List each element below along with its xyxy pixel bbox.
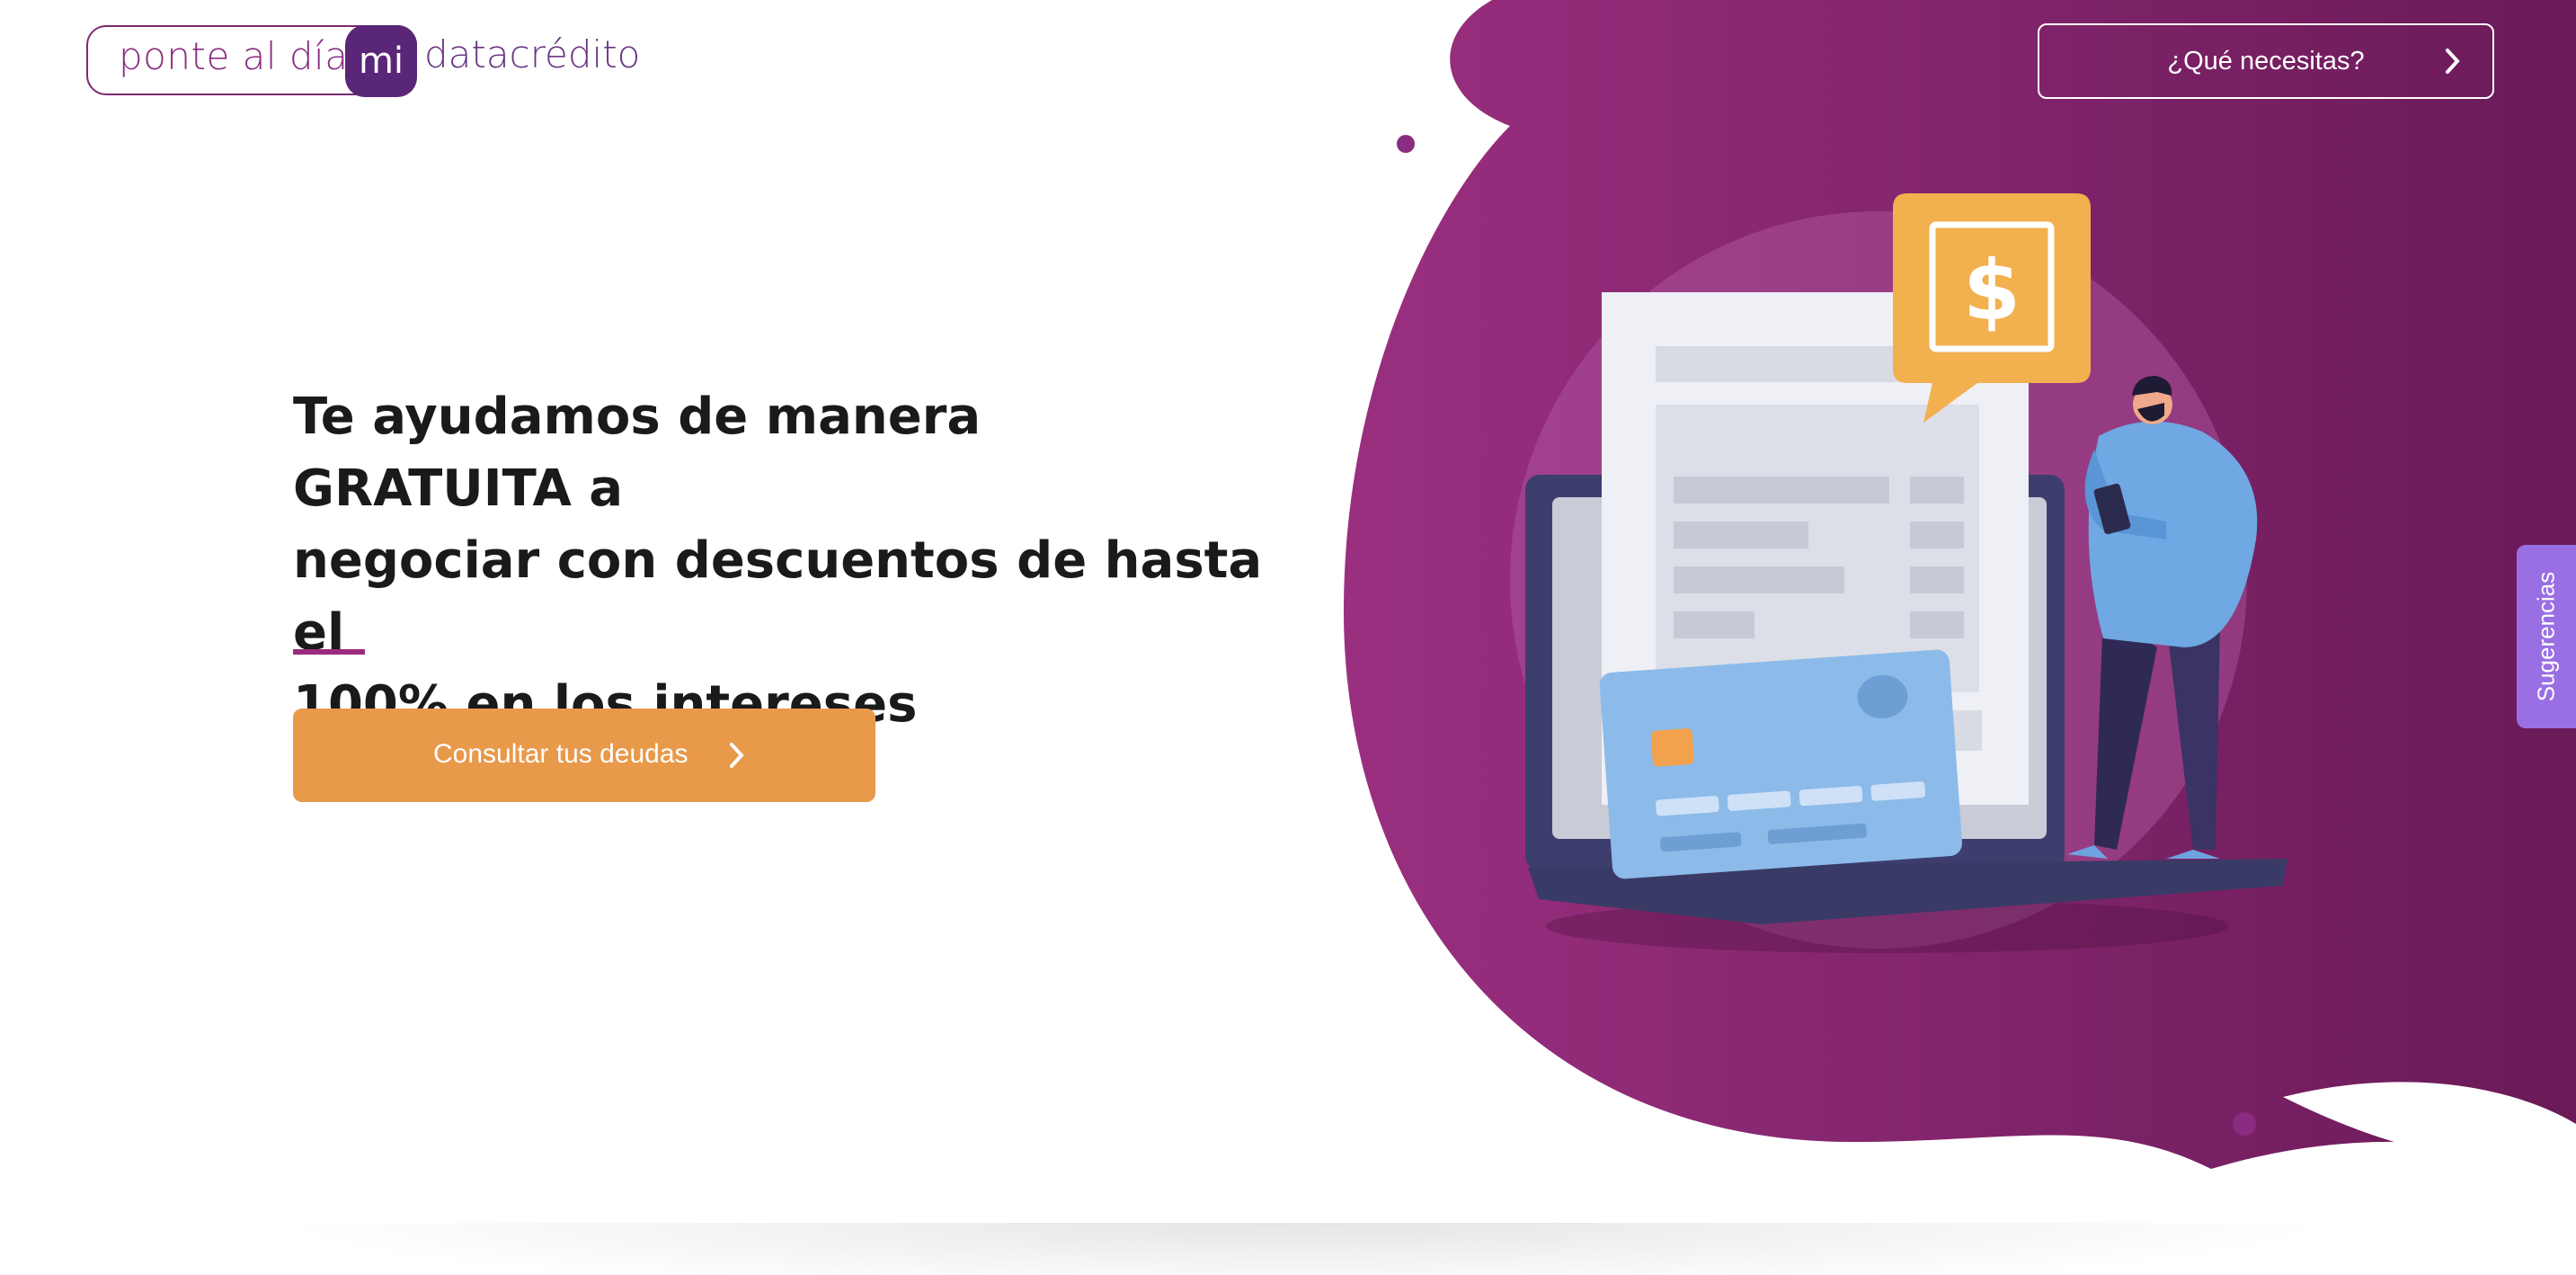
- logo-brand-name: datacrédito: [424, 32, 641, 76]
- credit-card-icon: [1599, 649, 1962, 879]
- check-debts-button[interactable]: Consultar tus deudas: [293, 709, 875, 802]
- what-do-you-need-button[interactable]: ¿Qué necesitas?: [2038, 23, 2494, 99]
- svg-text:$: $: [1963, 243, 2021, 339]
- what-do-you-need-label: ¿Qué necesitas?: [2167, 47, 2365, 76]
- chevron-right-icon: [2446, 49, 2460, 74]
- chevron-right-icon: [730, 743, 744, 768]
- logo-tagline: ponte al día: [119, 34, 349, 78]
- section-shadow: [270, 1223, 2337, 1275]
- person-illustration: [2067, 376, 2258, 859]
- suggestions-label: Sugerencias: [2532, 571, 2560, 702]
- logo-mi-badge: mi: [345, 25, 417, 97]
- headline-divider: [293, 649, 365, 655]
- check-debts-label: Consultar tus deudas: [433, 739, 688, 769]
- headline-line: Te ayudamos de manera GRATUITA a: [293, 388, 982, 518]
- hero-headline: Te ayudamos de manera GRATUITA a negocia…: [293, 381, 1264, 741]
- logo[interactable]: ponte al día mi: [86, 25, 417, 97]
- headline-line: negociar con descuentos de hasta el: [293, 531, 1263, 662]
- suggestions-tab[interactable]: Sugerencias: [2517, 545, 2576, 728]
